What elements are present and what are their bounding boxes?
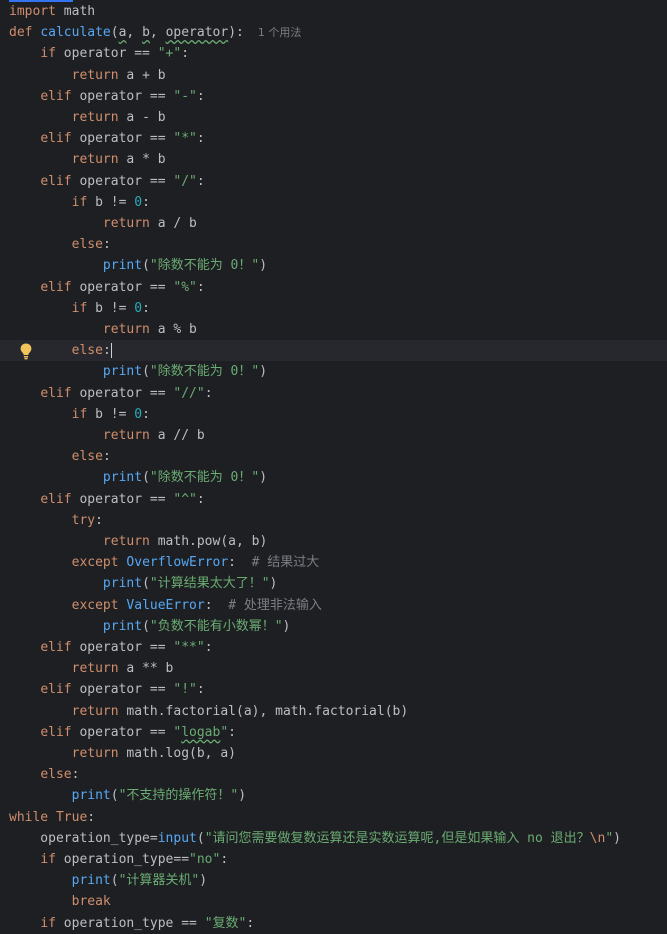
lightbulb-icon[interactable] bbox=[20, 343, 32, 360]
code-line[interactable]: break bbox=[0, 891, 667, 912]
code-line[interactable]: elif operator == "/": bbox=[0, 171, 667, 192]
code-line[interactable]: return a // b bbox=[0, 425, 667, 446]
text-caret bbox=[110, 343, 112, 359]
code-line[interactable]: elif operator == "-": bbox=[0, 86, 667, 107]
code-line[interactable]: print("除数不能为 0！") bbox=[0, 467, 667, 488]
code-line[interactable]: elif operator == "%": bbox=[0, 277, 667, 298]
code-line[interactable]: else: bbox=[0, 234, 667, 255]
code-line[interactable]: if operation_type=="no": bbox=[0, 849, 667, 870]
code-line[interactable]: return a ** b bbox=[0, 658, 667, 679]
code-line[interactable]: if b != 0: bbox=[0, 298, 667, 319]
code-line[interactable]: try: bbox=[0, 510, 667, 531]
code-line[interactable]: print("除数不能为 0！") bbox=[0, 361, 667, 382]
code-line[interactable]: else: bbox=[0, 446, 667, 467]
code-line[interactable]: def calculate(a, b, operator): 1 个用法 bbox=[0, 22, 667, 43]
code-line[interactable]: import math bbox=[0, 1, 667, 22]
code-line[interactable]: if operator == "+": bbox=[0, 43, 667, 64]
code-line[interactable]: return math.log(b, a) bbox=[0, 743, 667, 764]
usage-hint[interactable]: 1 个用法 bbox=[258, 26, 302, 39]
code-line[interactable]: return a * b bbox=[0, 149, 667, 170]
code-line[interactable]: elif operator == "**": bbox=[0, 637, 667, 658]
code-line[interactable]: if b != 0: bbox=[0, 192, 667, 213]
code-line[interactable]: except ValueError: # 处理非法输入 bbox=[0, 595, 667, 616]
code-line[interactable]: print("负数不能有小数幂！") bbox=[0, 616, 667, 637]
code-line[interactable]: elif operator == "*": bbox=[0, 128, 667, 149]
code-line[interactable]: return math.pow(a, b) bbox=[0, 531, 667, 552]
code-line[interactable]: elif operator == "^": bbox=[0, 489, 667, 510]
code-line[interactable]: return a / b bbox=[0, 213, 667, 234]
code-line[interactable]: print("不支持的操作符！") bbox=[0, 785, 667, 806]
code-line[interactable]: if operation_type == "复数": bbox=[0, 913, 667, 934]
code-line[interactable]: while True: bbox=[0, 807, 667, 828]
code-line-current[interactable]: else: bbox=[0, 340, 667, 362]
code-line[interactable]: operation_type=input("请问您需要做复数运算还是实数运算呢,… bbox=[0, 828, 667, 849]
code-line[interactable]: except OverflowError: # 结果过大 bbox=[0, 552, 667, 573]
code-line[interactable]: return math.factorial(a), math.factorial… bbox=[0, 701, 667, 722]
code-line[interactable]: return a % b bbox=[0, 319, 667, 340]
code-line[interactable]: return a + b bbox=[0, 65, 667, 86]
code-line[interactable]: elif operator == "!": bbox=[0, 679, 667, 700]
code-editor[interactable]: import math def calculate(a, b, operator… bbox=[0, 0, 667, 931]
code-line[interactable]: print("计算结果太大了！") bbox=[0, 573, 667, 594]
code-line[interactable]: print("除数不能为 0！") bbox=[0, 255, 667, 276]
code-line[interactable]: else: bbox=[0, 764, 667, 785]
code-line[interactable]: if b != 0: bbox=[0, 404, 667, 425]
code-line[interactable]: elif operator == "//": bbox=[0, 383, 667, 404]
code-line[interactable]: return a - b bbox=[0, 107, 667, 128]
code-line[interactable]: elif operator == "logab": bbox=[0, 722, 667, 743]
code-line[interactable]: print("计算器关机") bbox=[0, 870, 667, 891]
